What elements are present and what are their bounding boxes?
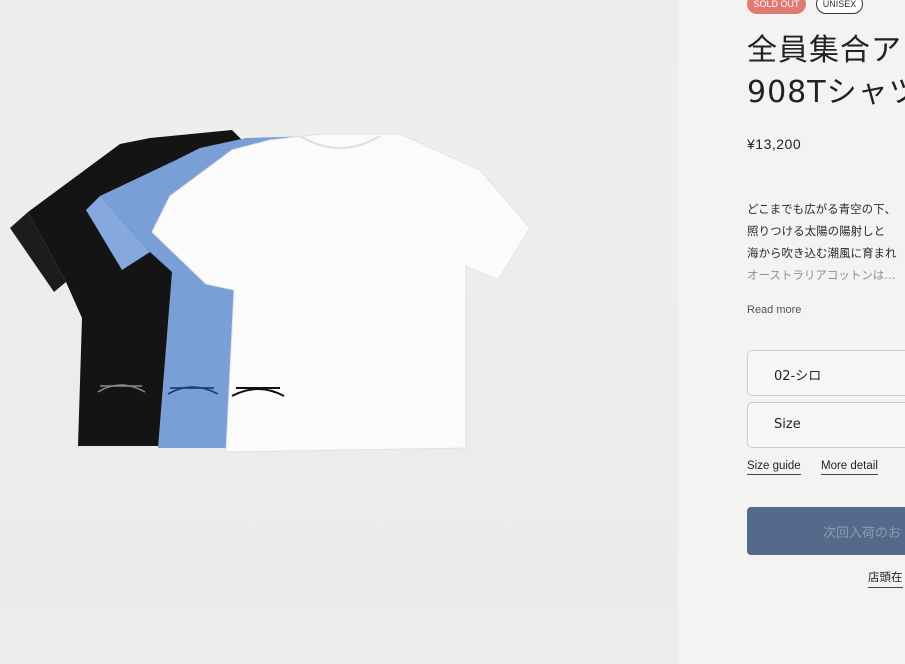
product-gallery[interactable] <box>0 0 678 664</box>
read-more-link[interactable]: Read more <box>747 304 801 316</box>
product-title-line2: 908Tシャツ <box>747 75 905 110</box>
color-select[interactable]: 02-シロ <box>747 350 905 396</box>
product-title-line1: 全員集合ア <box>747 33 902 68</box>
color-select-value: 02-シロ <box>774 369 822 384</box>
product-title: 全員集合ア 908Tシャツ <box>747 30 905 114</box>
product-photo <box>10 130 531 453</box>
store-stock-link[interactable]: 店頭在 <box>868 569 903 588</box>
unisex-badge: UNISEX <box>816 0 863 14</box>
product-info-panel: SOLD OUT UNISEX 全員集合ア 908Tシャツ ¥13,200 どこ… <box>678 0 905 664</box>
restock-notify-label: 次回入荷のお <box>823 526 902 541</box>
sold-out-badge: SOLD OUT <box>747 0 806 14</box>
description-line: 照りつける太陽の陽射しと <box>747 224 886 238</box>
size-select[interactable]: Size <box>747 402 905 448</box>
description-line: オーストラリアコットンは... <box>747 268 896 282</box>
more-detail-link[interactable]: More detail <box>821 460 878 475</box>
product-price: ¥13,200 <box>747 136 802 152</box>
description-line: どこまでも広がる青空の下、 <box>747 202 897 216</box>
size-select-placeholder: Size <box>774 417 801 432</box>
product-description: どこまでも広がる青空の下、 照りつける太陽の陽射しと 海から吹き込む潮風に育まれ… <box>747 198 905 286</box>
description-line: 海から吹き込む潮風に育まれ <box>747 246 897 260</box>
size-guide-link[interactable]: Size guide <box>747 460 801 475</box>
restock-notify-button[interactable]: 次回入荷のお <box>747 507 905 555</box>
